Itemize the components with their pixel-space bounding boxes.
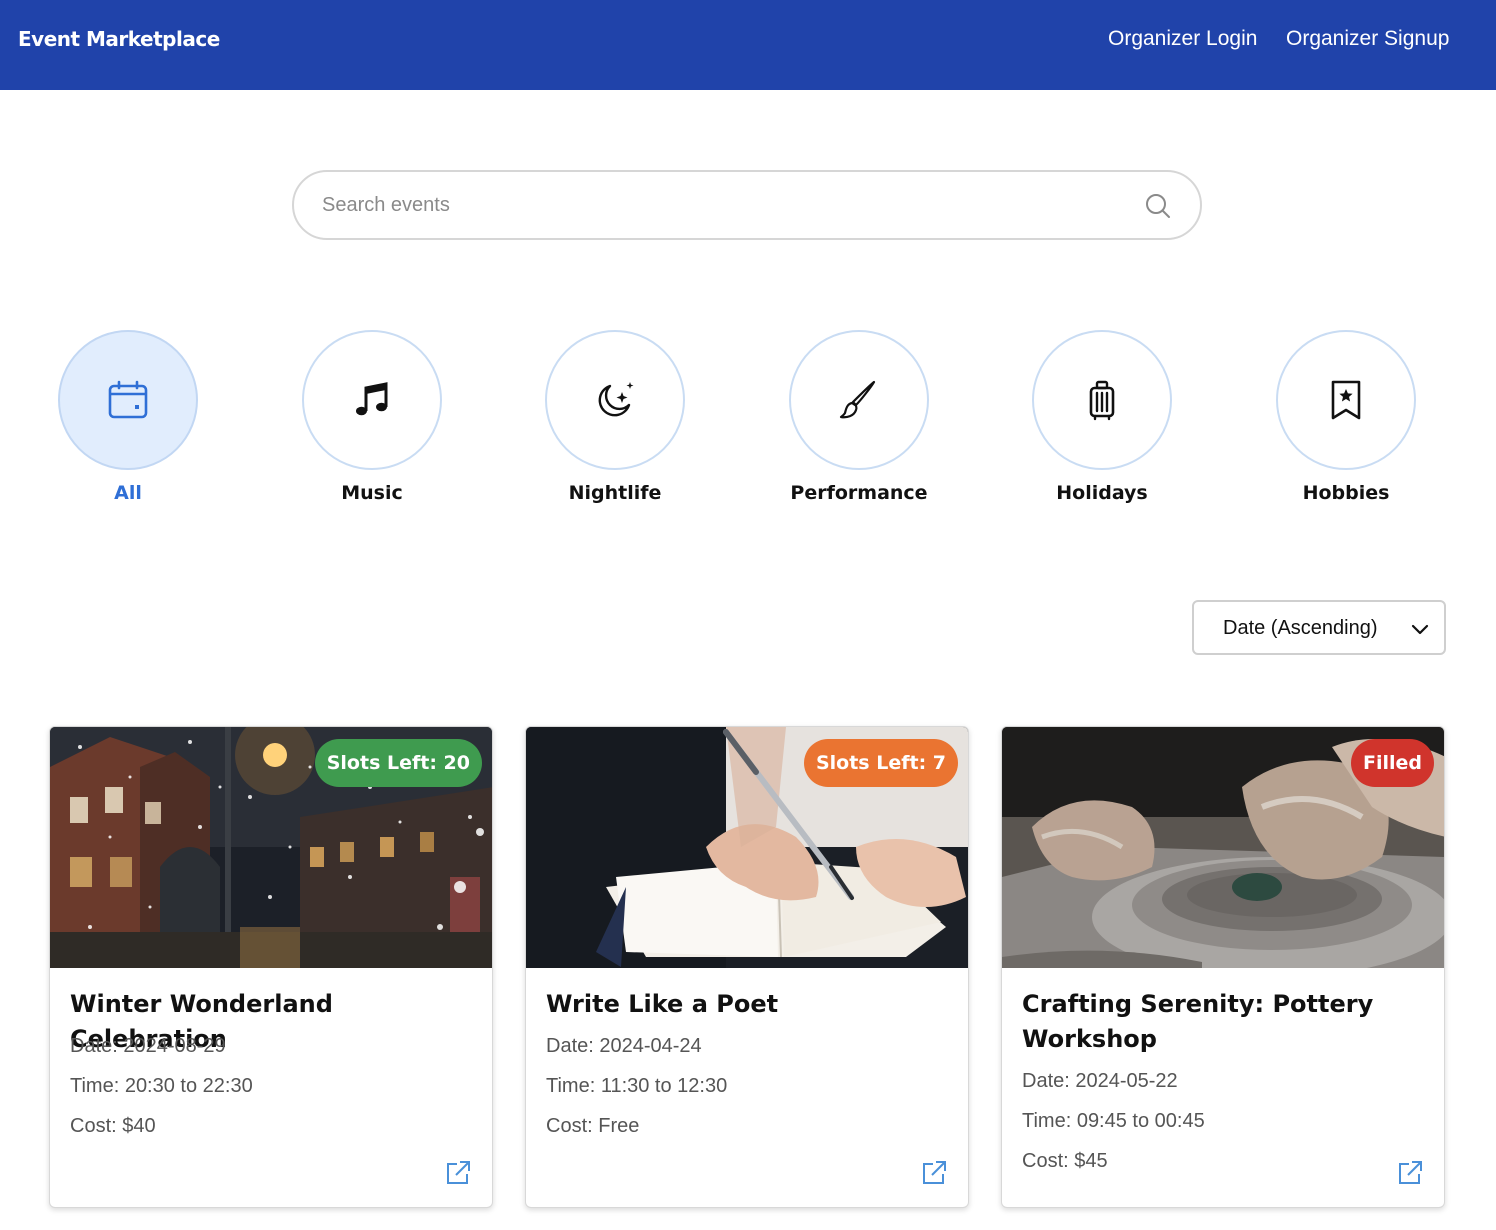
category-all[interactable]: All: [58, 330, 198, 504]
suitcase-icon: [1089, 380, 1115, 421]
category-hobbies-button[interactable]: [1276, 330, 1416, 470]
event-time: Time: 20:30 to 22:30: [70, 1075, 253, 1097]
category-nightlife[interactable]: Nightlife: [545, 330, 685, 504]
slots-badge: Slots Left: 7: [803, 739, 958, 787]
external-link-icon[interactable]: [1396, 1159, 1424, 1187]
event-card[interactable]: Slots Left: 20 Winter Wonderland Celebra…: [49, 726, 493, 1208]
category-performance[interactable]: Performance: [789, 330, 929, 504]
category-hobbies[interactable]: Hobbies: [1276, 330, 1416, 504]
category-label: Holidays: [1056, 482, 1148, 504]
organizer-login-link[interactable]: Organizer Login: [1108, 27, 1257, 51]
slots-badge: Slots Left: 20: [314, 739, 482, 787]
category-label: Music: [341, 482, 403, 504]
calendar-icon: [108, 380, 148, 419]
event-card[interactable]: Filled Crafting Serenity: Pottery Worksh…: [1001, 726, 1445, 1208]
music-note-icon: [356, 382, 388, 416]
search-input[interactable]: [322, 188, 1122, 222]
event-title: Write Like a Poet: [546, 990, 779, 1018]
external-link-icon[interactable]: [920, 1159, 948, 1187]
event-cost: Cost: $40: [70, 1115, 156, 1137]
filled-badge: Filled: [1350, 739, 1434, 787]
external-link-icon[interactable]: [444, 1159, 472, 1187]
moon-stars-icon: [598, 382, 634, 417]
category-label: All: [114, 482, 142, 504]
brand-logo[interactable]: Event Marketplace: [18, 27, 220, 51]
event-cost: Cost: $45: [1022, 1150, 1108, 1172]
event-time: Time: 09:45 to 00:45: [1022, 1110, 1205, 1132]
category-music[interactable]: Music: [302, 330, 442, 504]
event-card[interactable]: Slots Left: 7 Write Like a Poet Date: 20…: [525, 726, 969, 1208]
event-date: Date: 2024-05-22: [1022, 1070, 1178, 1092]
organizer-signup-link[interactable]: Organizer Signup: [1286, 27, 1449, 51]
bookmark-star-icon: [1331, 380, 1361, 420]
event-date: Date: 2024-08-29: [70, 1035, 226, 1057]
top-navbar: Event Marketplace Organizer Login Organi…: [0, 0, 1496, 90]
paintbrush-icon: [839, 380, 876, 419]
category-label: Nightlife: [568, 482, 662, 504]
category-label: Performance: [790, 482, 928, 504]
category-music-button[interactable]: [302, 330, 442, 470]
category-performance-button[interactable]: [789, 330, 929, 470]
chevron-down-icon: [1411, 624, 1429, 635]
category-holidays-button[interactable]: [1032, 330, 1172, 470]
event-time: Time: 11:30 to 12:30: [546, 1075, 728, 1097]
search-bar: [292, 170, 1202, 240]
category-holidays[interactable]: Holidays: [1032, 330, 1172, 504]
event-title: Crafting Serenity: Pottery Workshop: [1022, 990, 1374, 1053]
category-all-button[interactable]: [58, 330, 198, 470]
category-label: Hobbies: [1302, 482, 1390, 504]
category-nightlife-button[interactable]: [545, 330, 685, 470]
event-date: Date: 2024-04-24: [546, 1035, 702, 1057]
event-cost: Cost: Free: [546, 1115, 640, 1137]
search-icon[interactable]: [1144, 192, 1172, 220]
sort-selected-value: Date (Ascending): [1223, 617, 1378, 639]
sort-select[interactable]: Date (Ascending): [1192, 600, 1446, 655]
